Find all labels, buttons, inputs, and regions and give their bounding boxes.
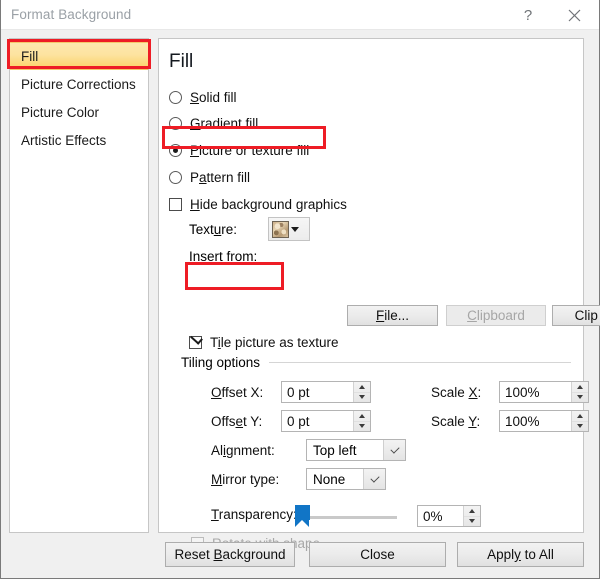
format-background-dialog: Format Background ? Fill Picture Correct… bbox=[0, 0, 600, 579]
file-button[interactable]: File... bbox=[347, 305, 438, 326]
radio-indicator bbox=[169, 116, 182, 130]
close-icon[interactable] bbox=[551, 0, 597, 30]
texture-dropdown-button[interactable] bbox=[268, 217, 310, 241]
stepper-arrows[interactable] bbox=[353, 411, 370, 431]
stepper-up-icon[interactable] bbox=[572, 382, 588, 393]
texture-row: Texture: bbox=[189, 217, 310, 241]
offset-y-stepper[interactable]: 0 pt bbox=[281, 410, 371, 432]
scale-x-value[interactable]: 100% bbox=[500, 382, 571, 402]
alignment-value: Top left bbox=[313, 442, 357, 458]
scale-y-label: Scale Y: bbox=[431, 414, 481, 429]
clipboard-button: Clipboard bbox=[446, 305, 546, 326]
alignment-label: Alignment: bbox=[211, 443, 275, 458]
sidebar-item-label: Picture Color bbox=[21, 104, 100, 120]
chevron-down-icon[interactable] bbox=[363, 469, 385, 489]
stepper-up-icon[interactable] bbox=[572, 411, 588, 422]
sidebar-item-label: Fill bbox=[21, 48, 39, 64]
stepper-down-icon[interactable] bbox=[572, 422, 588, 432]
button-label: Clipboard bbox=[467, 308, 525, 323]
tiling-options-label: Tiling options bbox=[181, 355, 261, 370]
sidebar-item-picture-color[interactable]: Picture Color bbox=[10, 98, 148, 126]
tiling-options-group-header: Tiling options bbox=[181, 355, 571, 370]
transparency-slider-thumb[interactable] bbox=[295, 505, 310, 527]
close-button[interactable]: Close bbox=[309, 542, 446, 567]
stepper-up-icon[interactable] bbox=[354, 382, 370, 393]
pane-heading: Fill bbox=[169, 51, 194, 72]
stepper-up-icon[interactable] bbox=[354, 411, 370, 422]
transparency-slider-track[interactable] bbox=[299, 516, 397, 519]
alignment-dropdown[interactable]: Top left bbox=[306, 439, 406, 461]
mirror-type-value: None bbox=[313, 471, 346, 487]
picture-or-texture-fill-radio[interactable]: Picture or texture fill bbox=[169, 140, 309, 160]
stepper-arrows[interactable] bbox=[463, 506, 480, 526]
title-bar: Format Background ? bbox=[1, 0, 599, 30]
offset-x-label: Offset X: bbox=[211, 385, 264, 400]
radio-indicator bbox=[169, 90, 182, 104]
caret-down-icon bbox=[291, 226, 299, 232]
tile-picture-as-texture-checkbox[interactable]: Tile picture as texture bbox=[189, 332, 339, 352]
option-label: Hide background graphics bbox=[190, 196, 347, 212]
chevron-down-icon[interactable] bbox=[383, 440, 405, 460]
solid-fill-radio[interactable]: Solid fill bbox=[169, 87, 237, 107]
offset-x-stepper[interactable]: 0 pt bbox=[281, 381, 371, 403]
mirror-type-dropdown[interactable]: None bbox=[306, 468, 386, 490]
radio-indicator-selected bbox=[169, 143, 182, 157]
stepper-up-icon[interactable] bbox=[464, 506, 480, 517]
insert-from-label: Insert from: bbox=[189, 249, 258, 264]
stepper-arrows[interactable] bbox=[571, 382, 588, 402]
sidebar-item-label: Picture Corrections bbox=[21, 76, 136, 92]
button-label: Close bbox=[360, 547, 395, 562]
sidebar-item-label: Artistic Effects bbox=[21, 132, 107, 148]
stepper-arrows[interactable] bbox=[353, 382, 370, 402]
offset-y-label: Offset Y: bbox=[211, 414, 263, 429]
group-divider bbox=[269, 362, 571, 363]
button-label: Apply to All bbox=[487, 547, 554, 562]
window-title: Format Background bbox=[11, 7, 132, 22]
checkbox-indicator bbox=[169, 197, 182, 211]
transparency-value[interactable]: 0% bbox=[418, 506, 463, 526]
stepper-down-icon[interactable] bbox=[354, 422, 370, 432]
offset-y-value[interactable]: 0 pt bbox=[282, 411, 353, 431]
option-label: Solid fill bbox=[190, 89, 237, 105]
scale-x-label: Scale X: bbox=[431, 385, 482, 400]
clip-art-button[interactable]: Clip Art... bbox=[552, 305, 600, 326]
option-label: Gradient fill bbox=[190, 115, 259, 131]
fill-options-pane: Fill Solid fill Gradient fill Picture or… bbox=[158, 38, 600, 551]
pattern-fill-radio[interactable]: Pattern fill bbox=[169, 167, 250, 187]
option-label: Tile picture as texture bbox=[210, 334, 339, 350]
sidebar-item-picture-corrections[interactable]: Picture Corrections bbox=[10, 70, 148, 98]
gradient-fill-radio[interactable]: Gradient fill bbox=[169, 113, 258, 133]
stepper-down-icon[interactable] bbox=[464, 517, 480, 527]
sidebar-item-artistic-effects[interactable]: Artistic Effects bbox=[10, 126, 148, 154]
checkbox-indicator-checked bbox=[189, 335, 202, 349]
button-label: Clip Art... bbox=[574, 308, 600, 323]
stepper-down-icon[interactable] bbox=[354, 393, 370, 403]
transparency-stepper[interactable]: 0% bbox=[417, 505, 481, 527]
option-label: Pattern fill bbox=[190, 169, 251, 185]
offset-x-value[interactable]: 0 pt bbox=[282, 382, 353, 402]
help-icon[interactable]: ? bbox=[505, 0, 551, 30]
mirror-type-label: Mirror type: bbox=[211, 472, 280, 487]
sidebar-item-fill[interactable]: Fill bbox=[10, 42, 148, 70]
scale-y-value[interactable]: 100% bbox=[500, 411, 571, 431]
stepper-down-icon[interactable] bbox=[572, 393, 588, 403]
option-label: Picture or texture fill bbox=[190, 142, 310, 158]
apply-to-all-button[interactable]: Apply to All bbox=[457, 542, 584, 567]
hide-background-graphics-checkbox[interactable]: Hide background graphics bbox=[169, 194, 347, 214]
stepper-arrows[interactable] bbox=[571, 411, 588, 431]
texture-swatch-icon bbox=[272, 220, 289, 238]
scale-x-stepper[interactable]: 100% bbox=[499, 381, 589, 403]
reset-background-button[interactable]: Reset Background bbox=[165, 542, 295, 567]
texture-label: Texture: bbox=[189, 221, 238, 237]
transparency-label: Transparency: bbox=[211, 507, 297, 522]
radio-indicator bbox=[169, 170, 182, 184]
button-label: File... bbox=[375, 308, 409, 323]
scale-y-stepper[interactable]: 100% bbox=[499, 410, 589, 432]
button-label: Reset Background bbox=[174, 547, 286, 562]
category-list: Fill Picture Corrections Picture Color A… bbox=[9, 38, 149, 533]
